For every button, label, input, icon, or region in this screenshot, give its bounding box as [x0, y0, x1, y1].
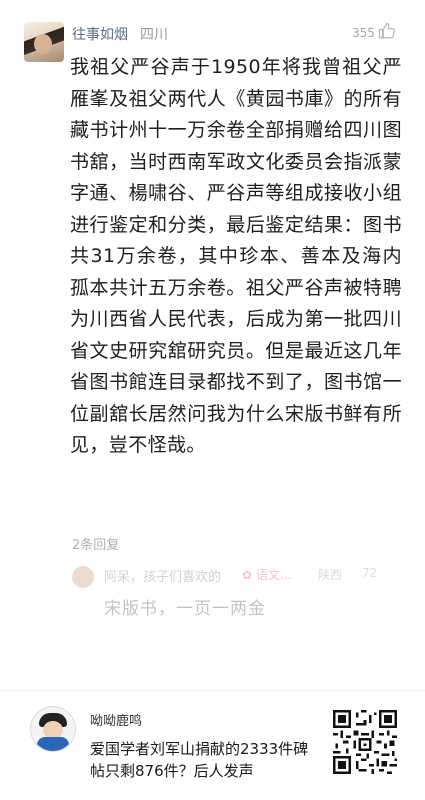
- reply-quote: 宋版书，一页一两金: [104, 599, 266, 619]
- reply-location: 陕西: [318, 568, 343, 582]
- reply-flower-text: ✿ 语文...: [242, 568, 292, 582]
- comment-text: 我祖父严谷声于1950年将我曾祖父严雁峯及祖父两代人《黄园书庫》的所有藏书计州十…: [70, 56, 402, 456]
- reply-count-link[interactable]: 2条回复: [72, 534, 119, 553]
- page: 往事如烟 四川 355 我祖父严谷声于1950年将我曾祖父严雁峯及祖父两代人《黄…: [0, 0, 425, 800]
- qr-code-icon: [333, 710, 397, 774]
- reply-preview[interactable]: 阿呆，孩子们喜欢的 ✿ 语文... 陕西 72 宋版书，一页一两金: [72, 560, 400, 622]
- commenter-avatar[interactable]: [24, 22, 64, 62]
- article-title[interactable]: 爱国学者刘军山捐献的2333件碑帖只剩876件？后人发声: [90, 738, 315, 782]
- divider: [0, 690, 425, 691]
- like-count: 355: [352, 26, 375, 40]
- reply-like-count: 72: [362, 566, 378, 580]
- commenter-name[interactable]: 往事如烟: [72, 24, 128, 44]
- avatar-body: [37, 737, 69, 751]
- avatar-face: [34, 34, 52, 54]
- author-avatar[interactable]: [30, 706, 76, 752]
- author-name[interactable]: 呦呦鹿鸣: [90, 710, 142, 729]
- thumbs-up-icon[interactable]: [378, 22, 396, 40]
- commenter-location: 四川: [140, 27, 168, 43]
- reply-author-text: 阿呆，孩子们喜欢的: [104, 570, 222, 585]
- reply-avatar: [72, 566, 94, 588]
